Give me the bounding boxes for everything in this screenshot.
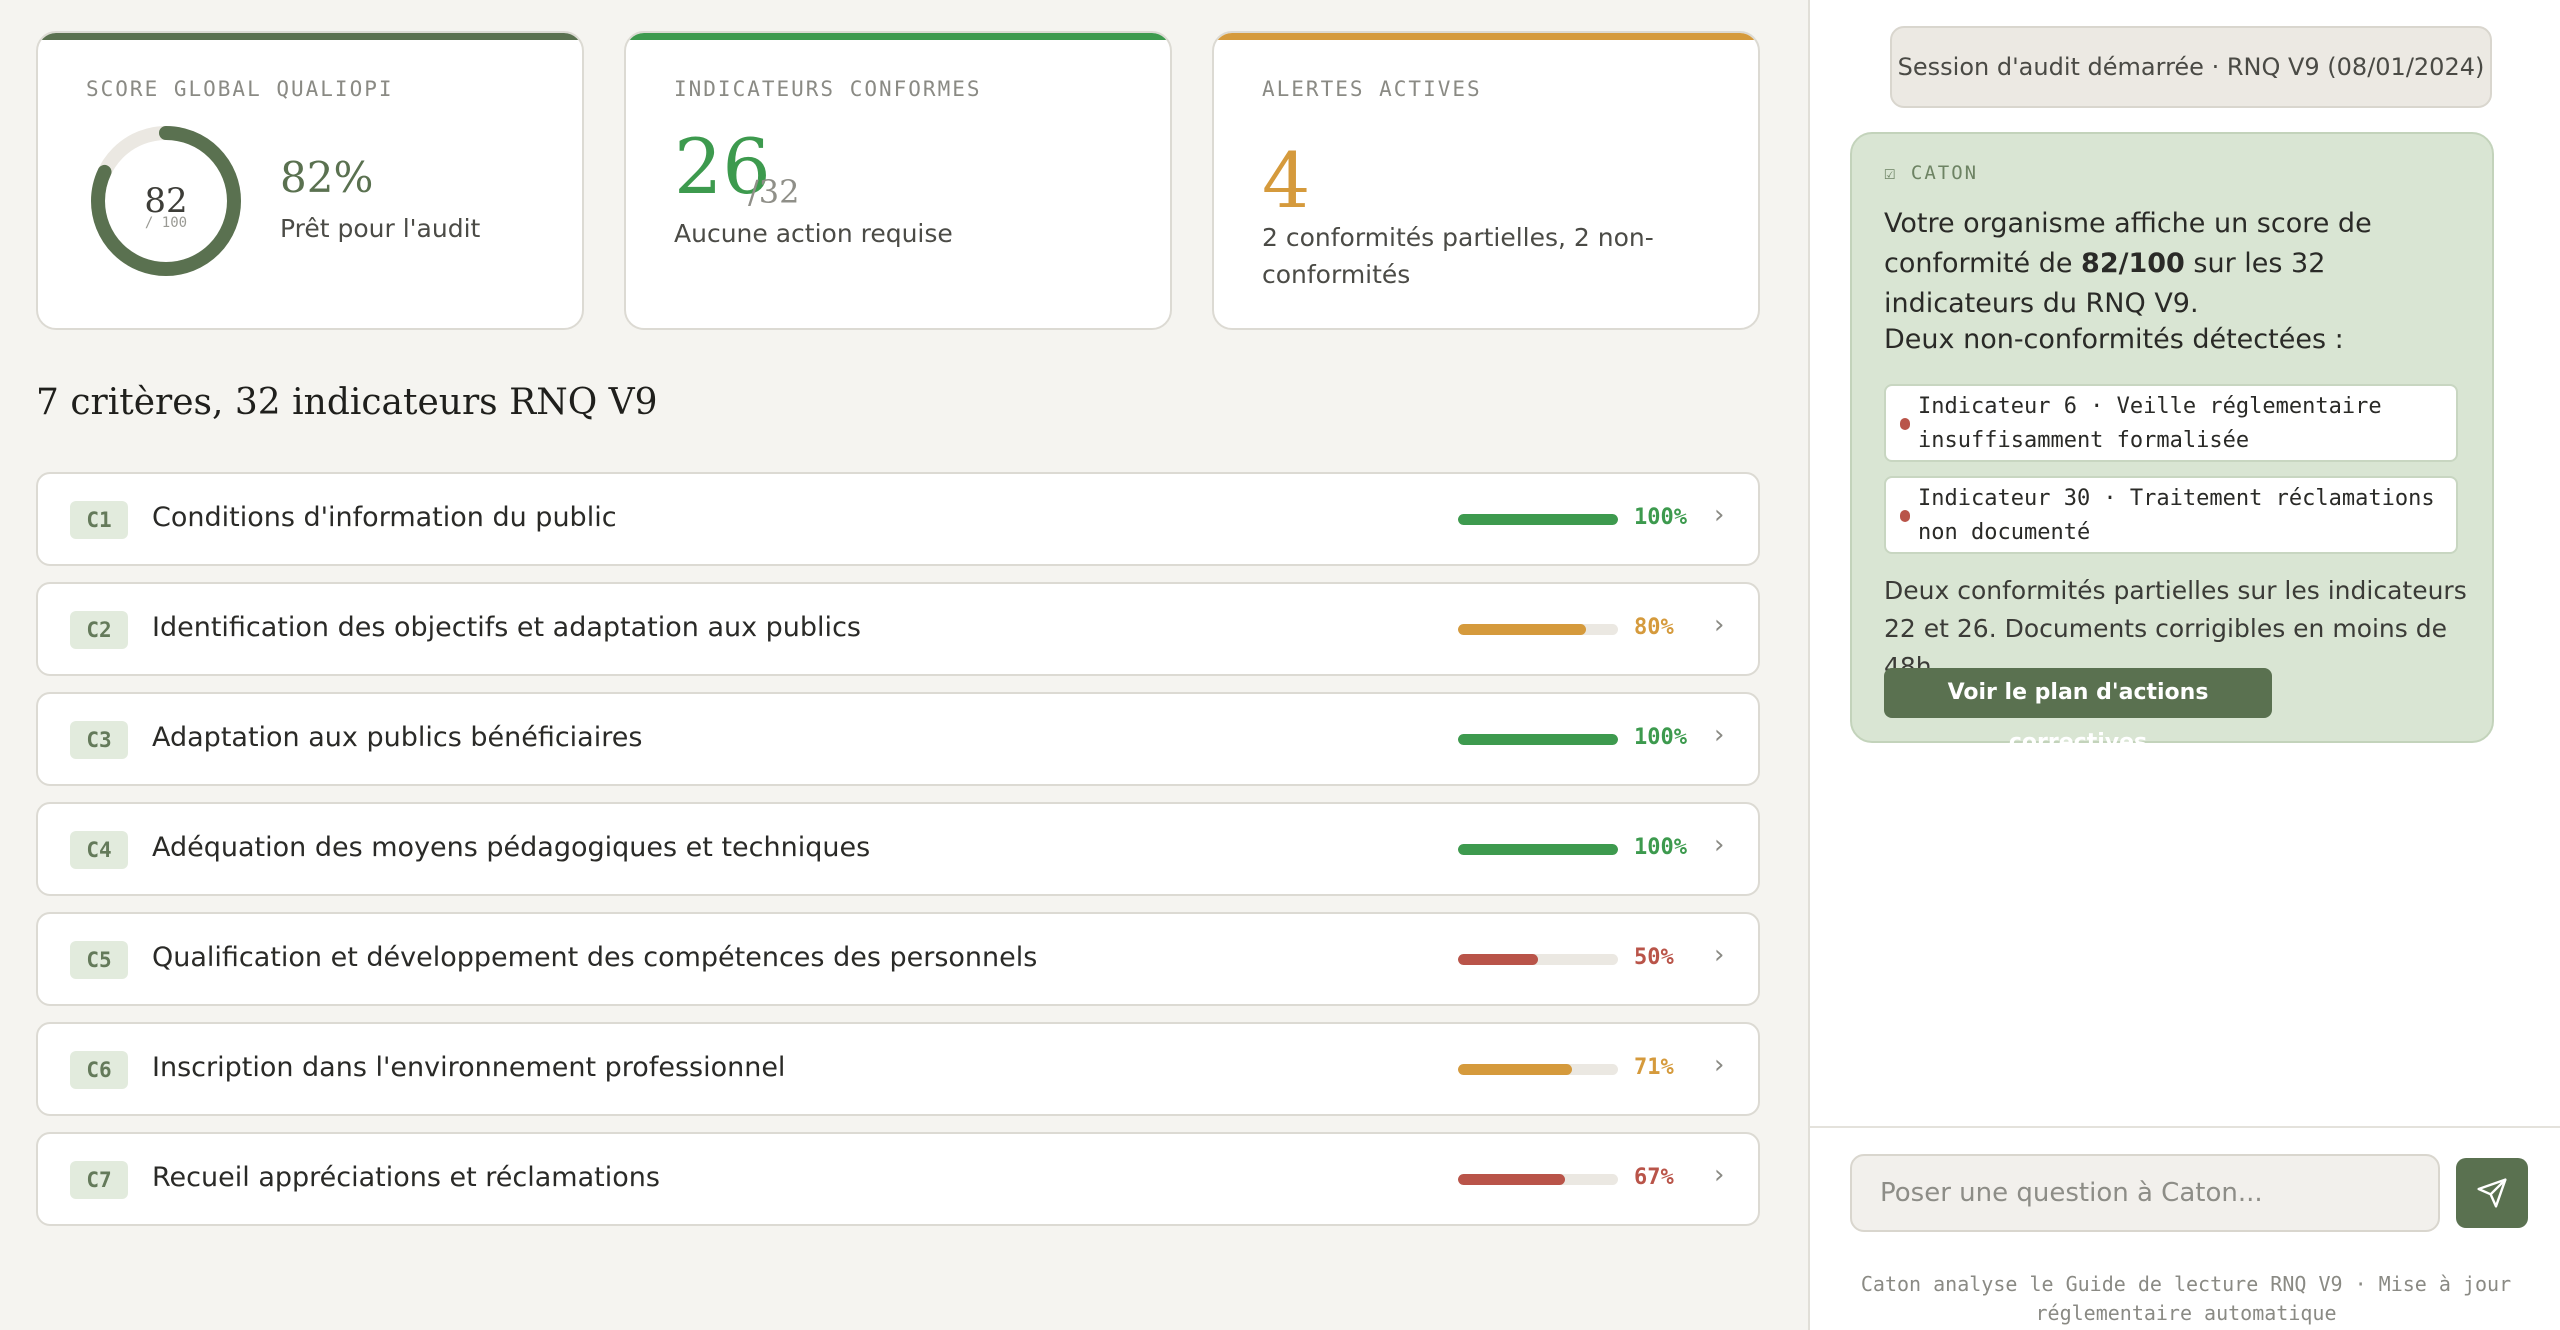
criterion-row-c4[interactable]: C4 Adéquation des moyens pédagogiques et… bbox=[36, 802, 1760, 896]
criterion-progress-fill bbox=[1458, 844, 1618, 855]
ring-score-max: / 100 bbox=[144, 215, 188, 231]
score-card-accent bbox=[38, 33, 582, 40]
send-button[interactable] bbox=[2456, 1158, 2528, 1228]
assistant-tag: ☑ CATON bbox=[1884, 162, 1979, 184]
criterion-label: Adéquation des moyens pédagogiques et te… bbox=[152, 832, 871, 863]
criterion-label: Identification des objectifs et adaptati… bbox=[152, 612, 861, 643]
alert-dot-icon bbox=[1900, 510, 1910, 522]
indicators-card-label: INDICATEURS CONFORMES bbox=[674, 77, 982, 101]
chevron-right-icon: › bbox=[1714, 940, 1725, 970]
criterion-code: C2 bbox=[70, 611, 128, 649]
criterion-progress-track bbox=[1458, 954, 1618, 965]
alerts-card-accent bbox=[1214, 33, 1758, 40]
indicators-card-accent bbox=[626, 33, 1170, 40]
criterion-row-c6[interactable]: C6 Inscription dans l'environnement prof… bbox=[36, 1022, 1760, 1116]
nonconformity-text: Indicateur 6 · Veille réglementaire insu… bbox=[1918, 394, 2382, 453]
criterion-label: Conditions d'information du public bbox=[152, 502, 617, 533]
alerts-card: ALERTES ACTIVES 4 2 conformités partiell… bbox=[1212, 31, 1760, 330]
criterion-progress-fill bbox=[1458, 954, 1538, 965]
send-icon bbox=[2477, 1178, 2507, 1208]
criterion-label: Recueil appréciations et réclamations bbox=[152, 1162, 660, 1193]
criterion-row-c7[interactable]: C7 Recueil appréciations et réclamations… bbox=[36, 1132, 1760, 1226]
criterion-code: C4 bbox=[70, 831, 128, 869]
criterion-progress-track bbox=[1458, 844, 1618, 855]
criterion-progress-track bbox=[1458, 1174, 1618, 1185]
assistant-panel: Session d'audit démarrée · RNQ V9 (08/01… bbox=[1808, 0, 2560, 1330]
panel-footnote: Caton analyse le Guide de lecture RNQ V9… bbox=[1860, 1272, 2512, 1325]
nonconformity-item: Indicateur 6 · Veille réglementaire insu… bbox=[1884, 384, 2458, 462]
app: SCORE GLOBAL QUALIOPI 82 / 100 82% Prêt … bbox=[0, 0, 2560, 1330]
assistant-summary: Votre organisme affiche un score de conf… bbox=[1884, 204, 2474, 324]
nonconformity-item: Indicateur 30 · Traitement réclamations … bbox=[1884, 476, 2458, 554]
criterion-row-c5[interactable]: C5 Qualification et développement des co… bbox=[36, 912, 1760, 1006]
corrective-plan-button[interactable]: Voir le plan d'actions correctives bbox=[1884, 668, 2272, 755]
criterion-progress-fill bbox=[1458, 734, 1618, 745]
criteria-section-title: 7 critères, 32 indicateurs RNQ V9 bbox=[36, 382, 658, 423]
criterion-code: C1 bbox=[70, 501, 128, 539]
criterion-code: C5 bbox=[70, 941, 128, 979]
chevron-right-icon: › bbox=[1714, 500, 1725, 530]
assistant-message: ☑ CATON Votre organisme affiche un score… bbox=[1850, 132, 2494, 755]
chevron-right-icon: › bbox=[1714, 720, 1725, 750]
criterion-progress-track bbox=[1458, 1064, 1618, 1075]
chevron-right-icon: › bbox=[1714, 1160, 1725, 1190]
panel-divider bbox=[1810, 1126, 2560, 1128]
alerts-card-label: ALERTES ACTIVES bbox=[1262, 77, 1482, 101]
indicators-card: INDICATEURS CONFORMES 26 /32 Aucune acti… bbox=[624, 31, 1172, 330]
nonconformities-title: Deux non-conformités détectées : bbox=[1884, 324, 2344, 355]
criterion-row-c3[interactable]: C3 Adaptation aux publics bénéficiaires … bbox=[36, 692, 1760, 786]
criterion-progress-fill bbox=[1458, 1174, 1566, 1185]
chevron-right-icon: › bbox=[1714, 830, 1725, 860]
question-input[interactable] bbox=[1850, 1154, 2440, 1232]
criterion-progress-fill bbox=[1458, 1064, 1572, 1075]
session-status: Session d'audit démarrée · RNQ V9 (08/01… bbox=[1890, 26, 2492, 108]
score-percent: 82% bbox=[280, 153, 374, 202]
indicators-description: Aucune action requise bbox=[674, 219, 953, 248]
score-card: SCORE GLOBAL QUALIOPI 82 / 100 82% Prêt … bbox=[36, 31, 584, 330]
criterion-progress-track bbox=[1458, 624, 1618, 635]
chevron-right-icon: › bbox=[1714, 610, 1725, 640]
criterion-code: C6 bbox=[70, 1051, 128, 1089]
alerts-description: 2 conformités partielles, 2 non-conformi… bbox=[1262, 223, 1654, 289]
alert-dot-icon bbox=[1900, 418, 1910, 430]
criterion-progress-fill bbox=[1458, 514, 1618, 525]
indicators-total: /32 bbox=[748, 173, 800, 211]
score-description: Prêt pour l'audit bbox=[280, 214, 481, 243]
dashboard-main: SCORE GLOBAL QUALIOPI 82 / 100 82% Prêt … bbox=[0, 0, 1808, 1330]
summary-score: 82/100 bbox=[2081, 248, 2185, 279]
criterion-label: Qualification et développement des compé… bbox=[152, 942, 1038, 973]
nonconformity-text: Indicateur 30 · Traitement réclamations … bbox=[1918, 486, 2435, 545]
criterion-code: C7 bbox=[70, 1161, 128, 1199]
criterion-code: C3 bbox=[70, 721, 128, 759]
chevron-right-icon: › bbox=[1714, 1050, 1725, 1080]
criteria-list: C1 Conditions d'information du public 10… bbox=[36, 472, 1760, 1242]
score-card-label: SCORE GLOBAL QUALIOPI bbox=[86, 77, 394, 101]
criterion-row-c1[interactable]: C1 Conditions d'information du public 10… bbox=[36, 472, 1760, 566]
criterion-progress-fill bbox=[1458, 624, 1586, 635]
criterion-progress-track bbox=[1458, 734, 1618, 745]
criterion-progress-track bbox=[1458, 514, 1618, 525]
criterion-label: Adaptation aux publics bénéficiaires bbox=[152, 722, 643, 753]
alerts-value: 4 bbox=[1262, 136, 1311, 225]
criterion-label: Inscription dans l'environnement profess… bbox=[152, 1052, 786, 1083]
criterion-row-c2[interactable]: C2 Identification des objectifs et adapt… bbox=[36, 582, 1760, 676]
